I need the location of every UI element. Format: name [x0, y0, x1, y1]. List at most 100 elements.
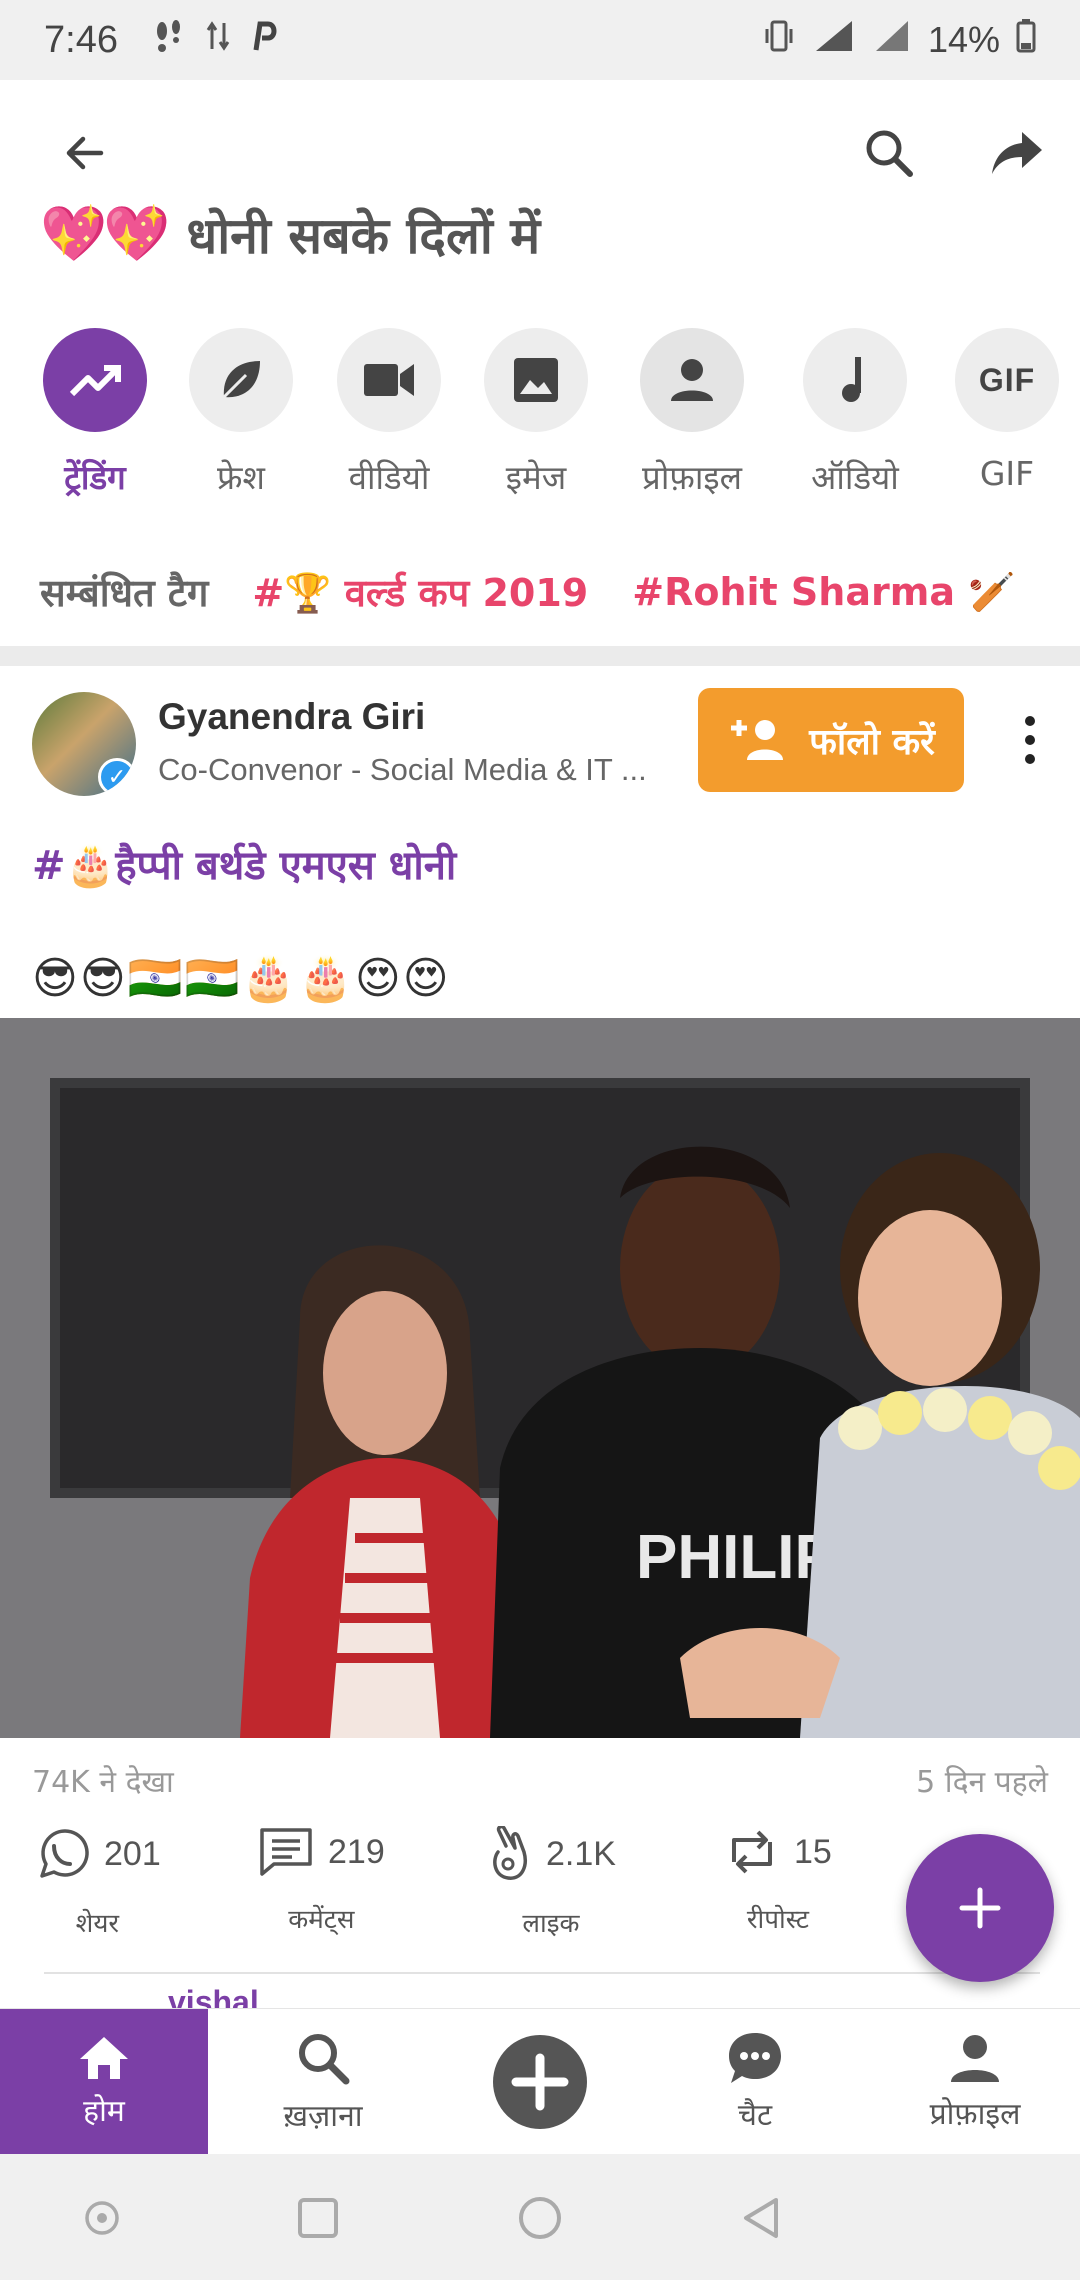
- trending-icon: [69, 365, 121, 397]
- verified-badge-icon: ✓: [98, 758, 136, 796]
- system-nav-bar: [0, 2154, 1080, 2280]
- next-post-author[interactable]: vishal: [168, 1984, 259, 2008]
- follow-label: फॉलो करें: [809, 721, 935, 763]
- home-circle-icon[interactable]: [512, 2190, 568, 2246]
- app-p-icon: [252, 20, 278, 60]
- signal-4g-icon: [812, 19, 856, 62]
- repost-count: 15: [794, 1832, 832, 1871]
- post-image: PHILIP: [0, 1018, 1080, 1738]
- like-hand-icon: [493, 1826, 527, 1880]
- person-icon: [671, 359, 713, 401]
- share-label: शेयर: [75, 1909, 120, 1939]
- category-image[interactable]: इमेज: [461, 328, 611, 499]
- repost-button[interactable]: 15 रीपोस्ट: [724, 1826, 832, 1936]
- comment-button[interactable]: 219 कमेंट्स: [258, 1826, 385, 1936]
- more-options-icon[interactable]: [1010, 710, 1050, 770]
- recents-icon[interactable]: [290, 2190, 346, 2246]
- nav-treasure-label: ख़ज़ाना: [283, 2098, 363, 2134]
- assistant-dot-icon[interactable]: [74, 2190, 130, 2246]
- follow-button[interactable]: फॉलो करें: [698, 688, 964, 792]
- hearts-emoji: 💖💖: [40, 202, 170, 265]
- post-time: 5 दिन पहले: [916, 1765, 1048, 1800]
- repost-icon: [732, 1830, 772, 1874]
- category-fresh[interactable]: फ्रेश: [166, 328, 316, 499]
- tag-rohit-sharma[interactable]: #Rohit Sharma 🏏: [632, 570, 1015, 615]
- nav-chat[interactable]: चैट: [680, 2009, 830, 2155]
- search-icon: [299, 2033, 350, 2084]
- person-icon: [951, 2034, 999, 2082]
- share-count: 201: [104, 1834, 161, 1873]
- nav-create[interactable]: [460, 2009, 620, 2155]
- share-arrow-icon: [992, 132, 1042, 174]
- nav-home[interactable]: होम: [0, 2009, 208, 2155]
- home-icon: [80, 2036, 128, 2079]
- gif-icon: GIF: [978, 361, 1036, 398]
- back-triangle-icon[interactable]: [734, 2190, 790, 2246]
- comment-icon: [260, 1828, 312, 1876]
- video-icon: [364, 364, 414, 396]
- category-audio[interactable]: ऑडियो: [780, 328, 930, 499]
- nav-profile[interactable]: प्रोफ़ाइल: [880, 2009, 1070, 2155]
- post-divider: [44, 1972, 1040, 1974]
- share-whatsapp-button[interactable]: 201 शेयर: [34, 1826, 161, 1940]
- battery-percent: 14%: [927, 19, 1000, 60]
- search-icon: [866, 130, 913, 177]
- search-button[interactable]: [854, 118, 924, 188]
- post-header: ✓ Gyanendra Giri Co-Convenor - Social Me…: [0, 666, 1080, 806]
- tag-world-cup[interactable]: #🏆 वर्ल्ड कप 2019: [252, 566, 588, 618]
- category-label: ट्रेंडिंग: [64, 458, 126, 497]
- signal-icon: [872, 19, 912, 62]
- add-circle-icon: [493, 2035, 587, 2129]
- back-arrow-icon: [66, 136, 104, 170]
- post-hashtag[interactable]: #🎂हैप्पी बर्थडे एमएस धोनी: [32, 836, 456, 891]
- post-author-name[interactable]: Gyanendra Giri: [158, 696, 425, 738]
- top-bar: 💖💖 धोनी सबके दिलों में: [0, 80, 1080, 280]
- category-trending[interactable]: ट्रेंडिंग: [20, 328, 170, 499]
- avatar[interactable]: ✓: [32, 692, 136, 796]
- nav-home-label: होम: [83, 2093, 125, 2129]
- chat-icon: [729, 2032, 781, 2083]
- comment-label: कमेंट्स: [288, 1905, 355, 1935]
- category-label: इमेज: [505, 458, 567, 497]
- category-gif[interactable]: GIF GIF: [932, 328, 1080, 493]
- music-note-icon: [842, 357, 861, 402]
- page-title: धोनी सबके दिलों में: [186, 207, 541, 265]
- nav-chat-label: चैट: [737, 2097, 773, 2133]
- status-bar: 7:46 14%: [0, 0, 1080, 80]
- post-photo[interactable]: PHILIP: [0, 1018, 1080, 1738]
- battery-icon: [1016, 18, 1036, 62]
- related-tags: सम्बंधित टैग #🏆 वर्ल्ड कप 2019 #Rohit Sh…: [40, 566, 1016, 618]
- back-button[interactable]: [50, 118, 120, 188]
- like-count: 2.1K: [546, 1834, 616, 1873]
- leaf-icon: [222, 361, 260, 399]
- data-transfer-icon: [206, 21, 230, 59]
- shirt-text: PHILIP: [636, 1523, 836, 1592]
- repost-label: रीपोस्ट: [746, 1905, 809, 1935]
- add-person-icon: [731, 720, 784, 760]
- category-video[interactable]: वीडियो: [314, 328, 464, 499]
- category-label: वीडियो: [348, 458, 430, 497]
- post-emojis: 😎😎🇮🇳🇮🇳🎂🎂😍😍: [32, 953, 451, 1004]
- like-button[interactable]: 2.1K लाइक: [486, 1826, 616, 1940]
- plus-icon: [959, 1887, 1001, 1929]
- like-label: लाइक: [522, 1909, 580, 1939]
- comment-count: 219: [328, 1832, 385, 1871]
- post-author-role: Co-Convenor - Social Media & IT ...: [158, 752, 647, 787]
- bottom-nav: होम ख़ज़ाना चैट प्रोफ़ाइल: [0, 2008, 1080, 2155]
- vibrate-icon: [762, 19, 796, 62]
- status-time: 7:46: [44, 18, 118, 61]
- category-label: प्रोफ़ाइल: [642, 458, 742, 497]
- category-profile[interactable]: प्रोफ़ाइल: [617, 328, 767, 499]
- create-post-fab[interactable]: [906, 1834, 1054, 1982]
- nav-treasure[interactable]: ख़ज़ाना: [228, 2009, 418, 2155]
- whatsapp-icon: [40, 1829, 89, 1878]
- section-divider: [0, 646, 1080, 666]
- footsteps-icon: [154, 19, 184, 61]
- category-row: ट्रेंडिंग फ्रेश वीडियो इमेज प्रोफ़ाइल ऑड…: [0, 328, 1080, 508]
- related-tags-label: सम्बंधित टैग: [40, 571, 209, 615]
- category-label: GIF: [979, 454, 1035, 493]
- share-button[interactable]: [982, 118, 1052, 188]
- nav-profile-label: प्रोफ़ाइल: [929, 2096, 1021, 2132]
- view-count: 74K ने देखा: [32, 1765, 174, 1800]
- image-icon: [514, 358, 558, 402]
